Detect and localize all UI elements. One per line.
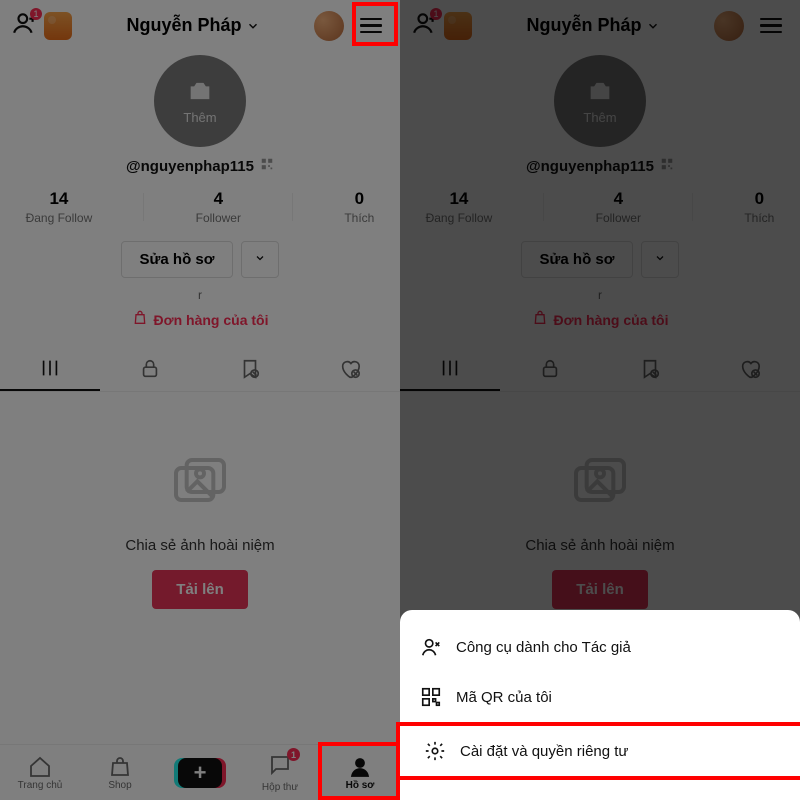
profile-handle: @nguyenphap115	[526, 158, 654, 175]
phone-left: Nguyễn Pháp Thêm @nguyenphap115 14 Đang …	[0, 0, 400, 800]
chevron-down-icon	[246, 19, 260, 33]
nav-shop[interactable]: Shop	[80, 745, 160, 800]
orders-link[interactable]: Đơn hàng của tôi	[532, 310, 669, 329]
menu-button[interactable]	[354, 12, 388, 40]
plus-icon: +	[178, 758, 222, 788]
username-dropdown[interactable]: Nguyễn Pháp	[126, 15, 259, 36]
suggestions-toggle-button[interactable]	[641, 241, 679, 278]
menu-button[interactable]	[754, 12, 788, 40]
bag-icon	[532, 310, 548, 329]
stats-row: 14 Đang Follow 4 Follower 0 Thích	[0, 189, 400, 225]
tab-liked[interactable]	[300, 347, 400, 391]
photos-icon	[568, 452, 632, 521]
phone-right: Nguyễn Pháp Thêm @nguyenphap115 14 Đang …	[400, 0, 800, 800]
stat-likes[interactable]: 0 Thích	[744, 189, 774, 225]
suggestions-toggle-button[interactable]	[241, 241, 279, 278]
nav-profile[interactable]: Hồ sơ	[320, 745, 400, 800]
edit-profile-button[interactable]: Sửa hồ sơ	[121, 241, 234, 278]
stat-followers[interactable]: 4 Follower	[596, 189, 641, 225]
stat-following[interactable]: 14 Đang Follow	[426, 189, 493, 225]
header: Nguyễn Pháp	[0, 0, 400, 47]
orders-link[interactable]: Đơn hàng của tôi	[132, 310, 269, 329]
content-tabs	[0, 347, 400, 392]
edit-profile-button[interactable]: Sửa hồ sơ	[521, 241, 634, 278]
viewer-avatar-icon[interactable]	[714, 11, 744, 41]
stat-followers[interactable]: 4 Follower	[196, 189, 241, 225]
stat-following[interactable]: 14 Đang Follow	[26, 189, 93, 225]
nav-create[interactable]: +	[160, 745, 240, 800]
tab-private[interactable]	[500, 347, 600, 391]
qr-icon[interactable]	[260, 157, 274, 175]
header-title-text: Nguyễn Pháp	[126, 15, 241, 36]
upload-button[interactable]: Tải lên	[152, 570, 248, 609]
gear-icon	[424, 740, 446, 762]
add-friend-icon[interactable]	[12, 10, 38, 41]
photos-icon	[168, 452, 232, 521]
profile-section: Thêm @nguyenphap115 14 Đang Follow 4 Fol…	[0, 47, 400, 333]
tab-posts[interactable]	[400, 347, 500, 391]
avatar-add-button[interactable]: Thêm	[554, 55, 646, 147]
tab-saved[interactable]	[200, 347, 300, 391]
empty-text: Chia sẻ ảnh hoài niệm	[125, 537, 274, 554]
profile-handle: @nguyenphap115	[126, 158, 254, 175]
nav-home[interactable]: Trang chủ	[0, 745, 80, 800]
highlight-settings: Cài đặt và quyền riêng tư	[396, 722, 800, 780]
qr-icon[interactable]	[660, 157, 674, 175]
avatar-add-label: Thêm	[183, 110, 216, 125]
add-friend-icon[interactable]	[412, 10, 438, 41]
sheet-settings-privacy[interactable]: Cài đặt và quyền riêng tư	[400, 726, 800, 776]
nav-inbox[interactable]: Hộp thư	[240, 745, 320, 800]
sheet-my-qr[interactable]: Mã QR của tôi	[400, 672, 800, 722]
sheet-creator-tools[interactable]: Công cụ dành cho Tác giả	[400, 622, 800, 672]
empty-state: Chia sẻ ảnh hoài niệm Tải lên	[0, 392, 400, 744]
username-dropdown[interactable]: Nguyễn Pháp	[526, 15, 659, 36]
gift-icon[interactable]	[44, 12, 72, 40]
bio-text: r	[198, 288, 202, 302]
menu-sheet: Công cụ dành cho Tác giả Mã QR của tôi C…	[400, 610, 800, 800]
gift-icon[interactable]	[444, 12, 472, 40]
stat-likes[interactable]: 0 Thích	[344, 189, 374, 225]
camera-icon	[586, 77, 614, 108]
viewer-avatar-icon[interactable]	[314, 11, 344, 41]
upload-button[interactable]: Tải lên	[552, 570, 648, 609]
bag-icon	[132, 310, 148, 329]
tab-saved[interactable]	[600, 347, 700, 391]
camera-icon	[186, 77, 214, 108]
bottom-nav: Trang chủ Shop + Hộp thư Hồ sơ	[0, 744, 400, 800]
tab-liked[interactable]	[700, 347, 800, 391]
chevron-down-icon	[646, 19, 660, 33]
tab-posts[interactable]	[0, 347, 100, 391]
tab-private[interactable]	[100, 347, 200, 391]
avatar-add-button[interactable]: Thêm	[154, 55, 246, 147]
